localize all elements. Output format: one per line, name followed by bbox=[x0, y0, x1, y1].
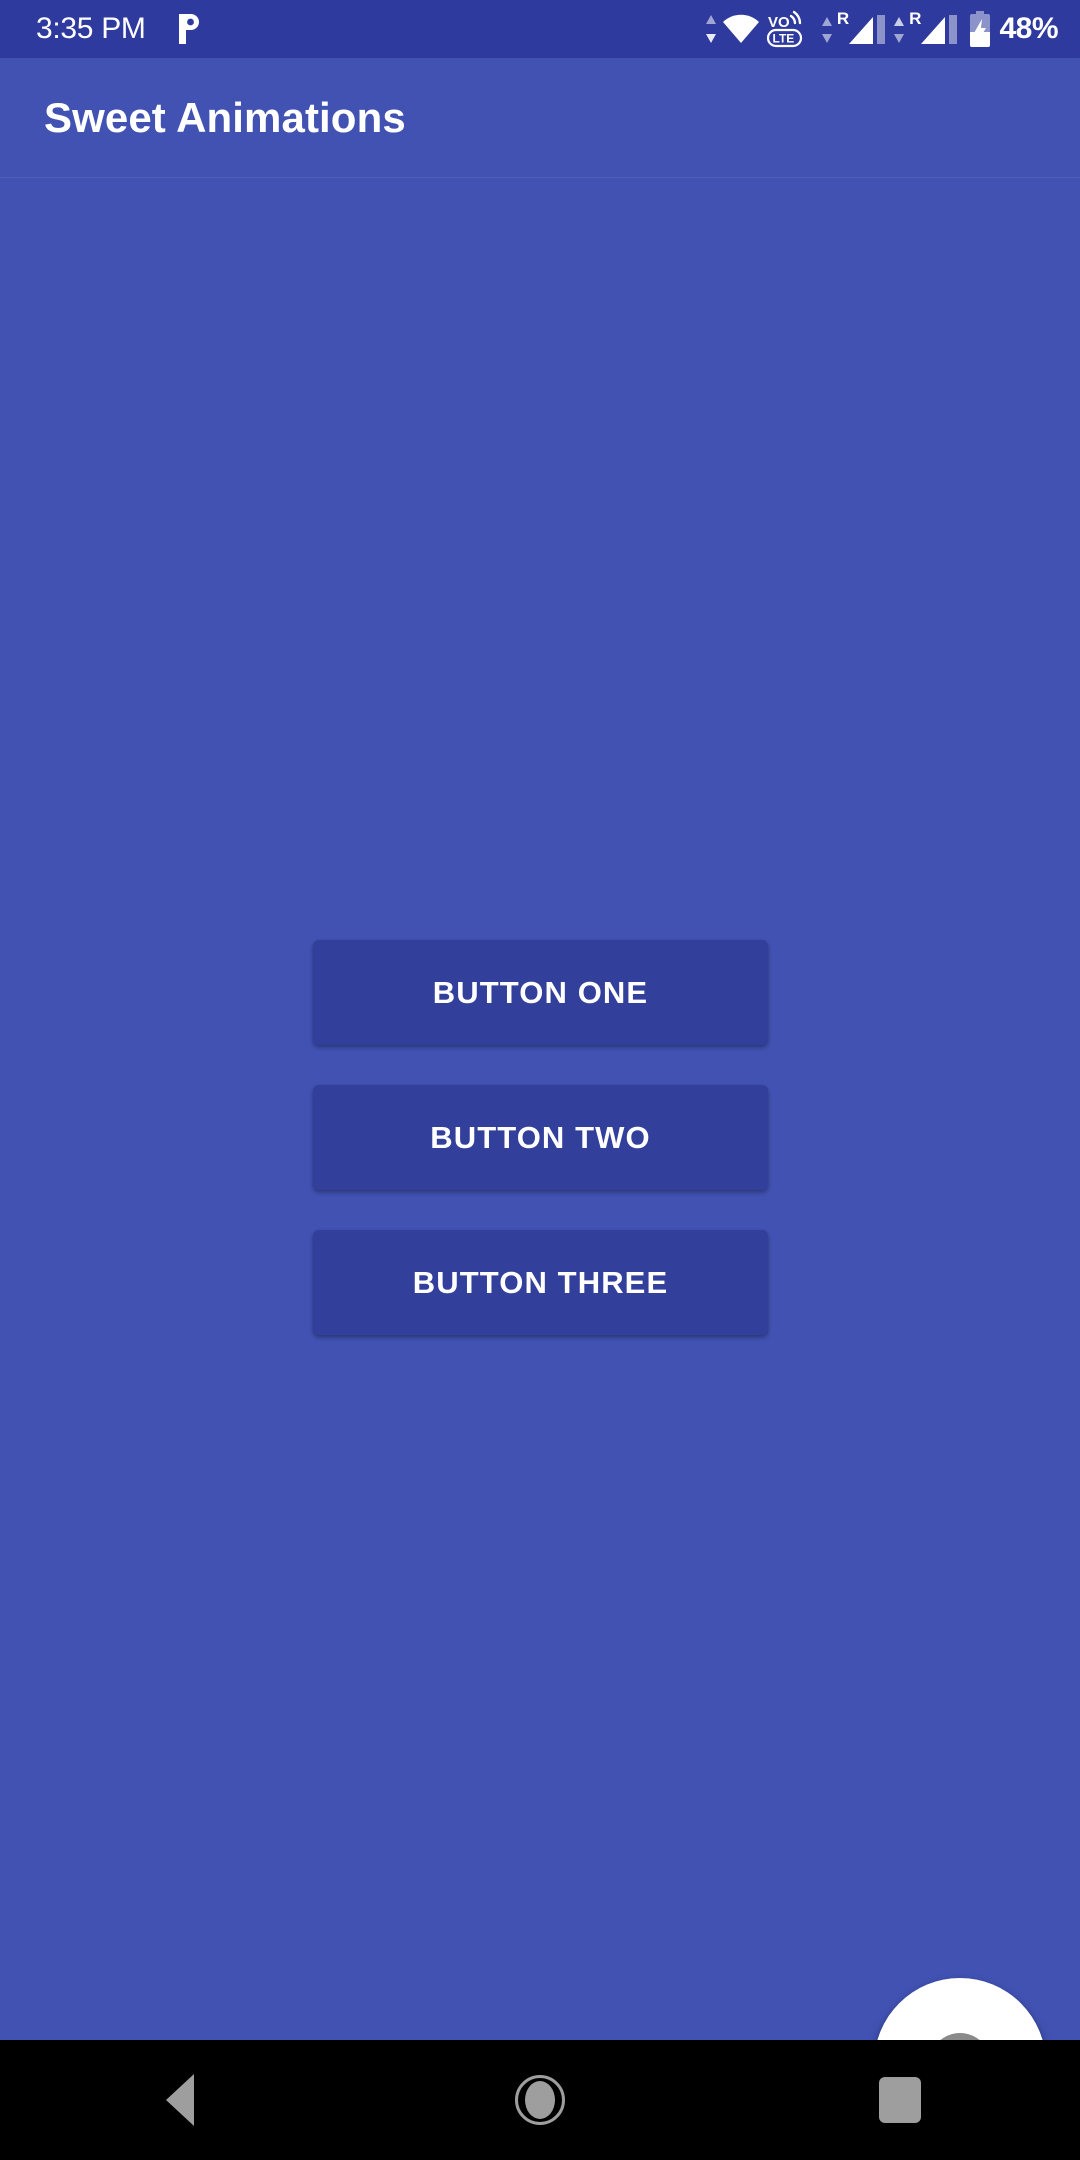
android-navigation-bar bbox=[0, 2040, 1080, 2160]
svg-text:VO: VO bbox=[768, 14, 790, 31]
page-title: Sweet Animations bbox=[44, 93, 406, 141]
svg-text:LTE: LTE bbox=[772, 32, 794, 46]
nav-back-button[interactable] bbox=[90, 2040, 270, 2160]
status-bar-clock: 3:35 PM bbox=[36, 12, 146, 45]
pandora-p-icon bbox=[174, 12, 204, 46]
battery-charging-icon bbox=[967, 10, 993, 48]
square-recents-icon bbox=[879, 2077, 921, 2123]
button-one[interactable]: BUTTON ONE bbox=[313, 940, 768, 1045]
sim-slot-2: R bbox=[891, 9, 959, 47]
status-bar-system-icons: VO LTE R R 48% bbox=[703, 9, 1058, 48]
cellular-signal-icon bbox=[919, 11, 959, 47]
cellular-signal-icon bbox=[847, 11, 887, 47]
circle-home-icon-fill bbox=[525, 2081, 555, 2119]
main-content: BUTTON ONE BUTTON TWO BUTTON THREE bbox=[0, 179, 1080, 2150]
status-bar: 3:35 PM VO LTE R R 48% bbox=[0, 0, 1080, 58]
wifi-icon bbox=[721, 12, 761, 46]
data-transfer-arrows-icon bbox=[891, 12, 907, 46]
button-two[interactable]: BUTTON TWO bbox=[313, 1085, 768, 1190]
app-bar: Sweet Animations bbox=[0, 58, 1080, 178]
circle-home-icon bbox=[515, 2075, 565, 2125]
sim-slot-1: R bbox=[819, 9, 887, 47]
nav-recents-button[interactable] bbox=[810, 2040, 990, 2160]
triangle-back-icon bbox=[166, 2074, 194, 2126]
status-bar-notification-icons bbox=[174, 12, 204, 46]
button-three[interactable]: BUTTON THREE bbox=[313, 1230, 768, 1335]
animation-button-stack: BUTTON ONE BUTTON TWO BUTTON THREE bbox=[313, 940, 768, 1335]
volte-icon: VO LTE bbox=[766, 10, 813, 48]
data-transfer-arrows-icon bbox=[819, 12, 835, 46]
data-transfer-arrows-icon bbox=[703, 12, 719, 46]
battery-percentage-label: 48% bbox=[999, 12, 1058, 45]
nav-home-button[interactable] bbox=[450, 2040, 630, 2160]
